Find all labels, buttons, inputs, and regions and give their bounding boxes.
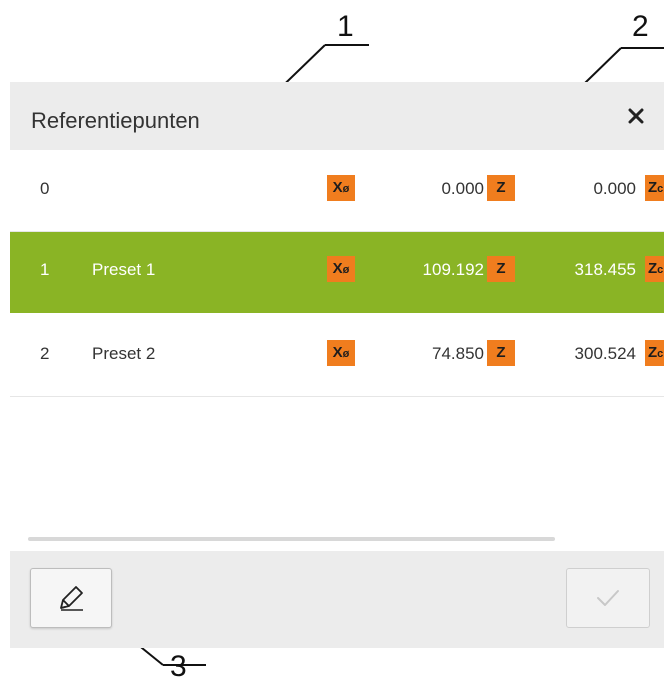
row-index: 0 <box>40 179 50 198</box>
preset-row-2[interactable]: 2 Preset 2 Xø 74.850 Z 300.524 Zc <box>10 316 664 397</box>
axis-badge-z: Z <box>487 256 515 282</box>
x-value: 74.850 <box>432 344 484 363</box>
z-value: 0.000 <box>593 179 636 198</box>
axis-badge-x: Xø <box>327 340 355 366</box>
callout-number-1: 1 <box>337 10 354 43</box>
close-button[interactable] <box>616 96 656 136</box>
axis-badge-zc: Zc <box>645 256 664 282</box>
close-icon <box>628 108 644 124</box>
confirm-button[interactable] <box>566 568 650 628</box>
row-name: Preset 2 <box>92 344 156 363</box>
pencil-icon <box>60 586 83 611</box>
preset-row-0[interactable]: 0 Xø 0.000 Z 0.000 Zc <box>10 151 664 232</box>
axis-badge-z: Z <box>487 175 515 201</box>
axis-badge-x: Xø <box>327 256 355 282</box>
z-value: 300.524 <box>574 344 636 363</box>
check-icon <box>597 590 619 606</box>
z-value: 318.455 <box>574 260 636 279</box>
preset-row-1[interactable]: 1 Preset 1 Xø 109.192 Z 318.455 Zc <box>10 232 664 313</box>
callout-number-3: 3 <box>170 650 187 683</box>
row-name: Preset 1 <box>92 260 156 279</box>
dialog-header: Referentiepunten <box>10 82 664 150</box>
x-value: 0.000 <box>441 179 484 198</box>
dialog-title: Referentiepunten <box>31 108 200 133</box>
callout-number-2: 2 <box>632 10 649 43</box>
preset-dialog: Referentiepunten 0 Xø 0.000 Z 0.000 Zc 1… <box>10 82 664 648</box>
axis-badge-z: Z <box>487 340 515 366</box>
axis-badge-zc: Zc <box>645 340 664 366</box>
horizontal-scrollbar[interactable] <box>28 537 555 541</box>
row-index: 1 <box>40 260 50 279</box>
x-value: 109.192 <box>422 260 484 279</box>
axis-badge-zc: Zc <box>645 175 664 201</box>
row-index: 2 <box>40 344 50 363</box>
axis-badge-x: Xø <box>327 175 355 201</box>
edit-button[interactable] <box>30 568 112 628</box>
dialog-footer <box>10 551 664 648</box>
